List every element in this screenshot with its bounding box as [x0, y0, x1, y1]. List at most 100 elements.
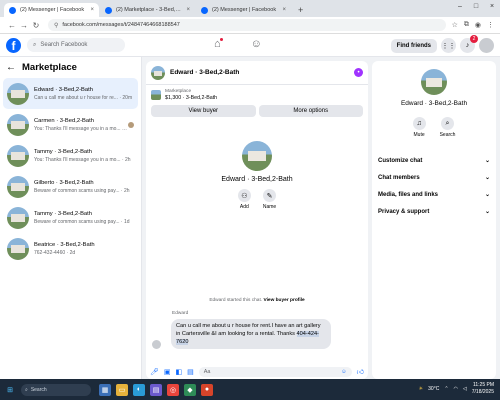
name-label: Name [262, 204, 277, 210]
more-options-button[interactable]: More options [258, 105, 363, 117]
add-person-icon: ⚇ [237, 189, 251, 202]
chat-profile: Edward · 3-Bed,2-Bath ⚇ Add ✎ Name [146, 141, 368, 210]
chat-title[interactable]: Edward · 3-Bed,2-Bath [170, 69, 354, 76]
new-tab-button[interactable]: + [292, 5, 309, 17]
conversation-item[interactable]: Gilberto · 3-Bed,2-Bath Beware of common… [3, 171, 138, 202]
chat-thumbnail [151, 65, 165, 80]
menu-grid-icon[interactable]: ⋮⋮ [441, 38, 456, 53]
facebook-search-input[interactable]: ⌕ Search Facebook [27, 38, 125, 52]
app-icon[interactable]: ● [201, 383, 213, 396]
forward-icon[interactable]: → [18, 21, 30, 30]
find-friends-button[interactable]: Find friends [390, 38, 437, 53]
media-files-section[interactable]: Media, files and links ⌄ [372, 186, 496, 203]
sticker-icon[interactable]: ◧ [176, 368, 183, 376]
pencil-icon: ✎ [263, 189, 276, 202]
bell-icon: ♫ [412, 117, 426, 130]
url-input[interactable]: ⚲ facebook.com/messages/t/24847464668188… [48, 19, 446, 31]
file-explorer-icon[interactable]: ▭ [116, 383, 128, 396]
app-icon[interactable]: ◆ [184, 383, 196, 396]
conversation-preview: Beware of common scams using pay... · 1d [34, 218, 130, 225]
listing-thumbnail [7, 237, 29, 260]
site-info-icon[interactable]: ⚲ [54, 22, 58, 29]
taskbar-search-input[interactable]: ⌕ Search [21, 383, 91, 396]
emoji-icon[interactable]: ☺ [341, 369, 347, 375]
weather-text[interactable]: 30°C [428, 386, 439, 392]
profile-icon[interactable]: ◉ [475, 21, 481, 29]
account-avatar[interactable] [479, 38, 494, 53]
search-button[interactable]: ⌕ Search [439, 117, 456, 138]
back-arrow-icon[interactable]: ← [6, 62, 16, 73]
weather-icon[interactable]: ☀ [419, 386, 423, 392]
facebook-favicon-icon [105, 6, 112, 14]
search-label: Search [439, 132, 456, 138]
name-button[interactable]: ✎ Name [263, 189, 276, 210]
chevron-down-icon: ⌄ [484, 209, 490, 215]
view-buyer-profile-link[interactable]: View buyer profile [263, 298, 304, 303]
privacy-support-section[interactable]: Privacy & support ⌄ [372, 203, 496, 220]
reload-icon[interactable]: ↻ [30, 21, 42, 30]
conversation-item[interactable]: Edward · 3-Bed,2-Bath Can u call me abou… [3, 78, 138, 109]
sender-avatar [152, 340, 161, 349]
conversation-item[interactable]: Tammy · 3-Bed,2-Bath You: Thanks I'll me… [3, 140, 138, 171]
minimize-icon[interactable]: – [452, 0, 468, 14]
add-button[interactable]: ⚇ Add [237, 189, 251, 210]
conversation-item[interactable]: Tammy · 3-Bed,2-Bath Beware of common sc… [3, 202, 138, 233]
conversation-list: ← Marketplace Edward · 3-Bed,2-Bath Can … [0, 57, 142, 379]
chevron-up-icon[interactable]: ⌃ [444, 386, 448, 392]
volume-icon[interactable]: ◁ [463, 386, 467, 392]
windows-start-icon[interactable]: ⊞ [4, 384, 16, 396]
chat-members-section[interactable]: Chat members ⌄ [372, 169, 496, 186]
listing-source: Marketplace [165, 89, 192, 94]
wifi-icon[interactable]: ◠ [454, 386, 458, 392]
close-window-icon[interactable]: × [484, 0, 500, 14]
image-icon[interactable]: ▣ [164, 368, 171, 376]
conversation-details: Edward · 3-Bed,2-Bath ♫ Mute ⌕ Search Cu… [372, 61, 496, 379]
browser-tab-2[interactable]: (2) Marketplace - 3-Bed,2-Bath × [100, 3, 195, 17]
message-bubble[interactable]: Can u call me about u r house for rent.I… [171, 319, 331, 349]
message-input[interactable]: Aa ☺ [198, 366, 352, 377]
facebook-logo-icon[interactable]: f [6, 37, 21, 53]
store-icon[interactable]: ▤ [150, 383, 162, 396]
section-label: Media, files and links [378, 191, 439, 198]
close-tab-icon[interactable]: × [282, 7, 286, 13]
groups-icon[interactable]: ☺ [251, 38, 262, 50]
maximize-icon[interactable]: □ [468, 0, 484, 14]
browser-tab-1[interactable]: (2) Messenger | Facebook × [4, 3, 99, 17]
microphone-icon[interactable]: 🎤︎ [150, 368, 159, 376]
tab-label: (2) Messenger | Facebook [212, 7, 277, 13]
info-icon[interactable]: • [354, 68, 363, 77]
view-buyer-button[interactable]: View buyer [151, 105, 256, 117]
section-label: Privacy & support [378, 208, 430, 215]
clock[interactable]: 11:25 PM 7/18/2025 [472, 382, 494, 395]
message-sender: Edward [172, 311, 189, 316]
search-icon: ⌕ [25, 386, 28, 393]
marketplace-title: Marketplace [22, 62, 77, 73]
clock-date: 7/18/2025 [471, 388, 494, 395]
close-tab-icon[interactable]: × [90, 7, 94, 13]
customize-chat-section[interactable]: Customize chat ⌄ [372, 152, 496, 169]
chrome-icon[interactable]: ◎ [167, 383, 179, 396]
widgets-icon[interactable]: ▦ [99, 383, 111, 396]
notifications-icon[interactable]: ♪ 2 [460, 35, 478, 53]
conversation-item[interactable]: Beatrice · 3-Bed,2-Bath 762-432-4460 · 2… [3, 233, 138, 264]
search-icon: ⌕ [33, 41, 37, 48]
extensions-icon[interactable]: ⧉ [464, 21, 469, 29]
browser-tab-3[interactable]: (2) Messenger | Facebook × [196, 3, 291, 17]
edge-icon[interactable]: ◐ [133, 383, 145, 396]
notification-badge: 2 [470, 35, 478, 43]
close-tab-icon[interactable]: × [186, 7, 190, 13]
conversation-name: Carmen · 3-Bed,2-Bath [34, 117, 94, 124]
star-icon[interactable]: ☆ [452, 21, 458, 29]
section-label: Chat members [378, 174, 420, 181]
thumbs-up-icon[interactable]: 👍︎ [357, 367, 364, 376]
home-icon[interactable]: ⌂ [214, 38, 223, 50]
mute-button[interactable]: ♫ Mute [412, 117, 426, 138]
menu-icon[interactable]: ⋮ [487, 21, 494, 29]
back-icon[interactable]: ← [6, 21, 18, 30]
gif-icon[interactable]: ▤ [187, 368, 194, 376]
conversation-name: Tammy · 3-Bed,2-Bath [34, 148, 92, 155]
listing-summary[interactable]: Marketplace $1,300 · 3-Bed,2-Bath [146, 85, 368, 105]
url-text: facebook.com/messages/t/2484746466818854… [62, 22, 180, 28]
conversation-item[interactable]: Carmen · 3-Bed,2-Bath You: Thanks I'll m… [3, 109, 138, 140]
chevron-down-icon: ⌄ [484, 158, 490, 164]
